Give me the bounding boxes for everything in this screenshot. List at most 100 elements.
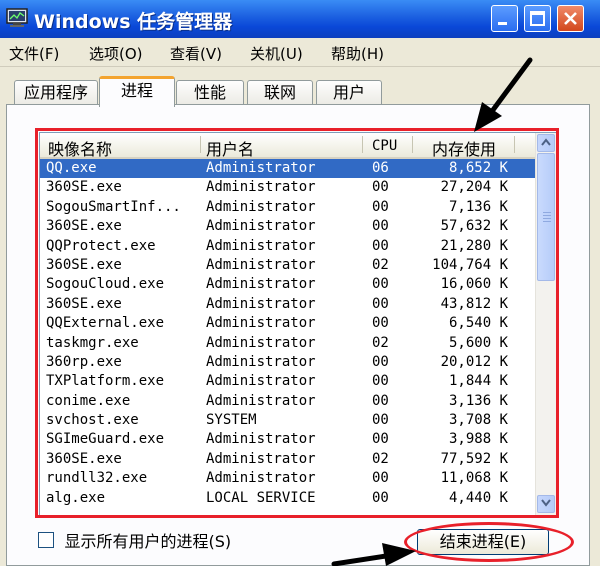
process-memory: 1,844 K [448,373,508,390]
grip-line [543,215,551,216]
process-user: Administrator [206,334,316,351]
table-row[interactable]: SogouCloud.exe Administrator 00 16,060 K [40,275,536,294]
table-row[interactable]: QQProtect.exe Administrator 00 21,280 K [40,237,536,256]
process-name: QQ.exe [46,160,97,176]
process-name: SogouCloud.exe [46,276,165,293]
process-user: Administrator [206,160,316,176]
table-row[interactable]: svchost.exe SYSTEM 00 3,708 K [40,411,536,430]
process-user: Administrator [206,218,316,235]
menu-view[interactable]: 查看(V) [170,43,222,64]
table-row[interactable]: 360rp.exe Administrator 00 20,012 K [40,353,536,372]
chevron-up-icon [541,137,551,149]
process-memory: 3,988 K [448,431,508,448]
process-name: svchost.exe [46,412,139,429]
column-divider[interactable] [200,136,201,153]
process-memory: 8,652 K [448,160,508,176]
table-row[interactable]: QQExternal.exe Administrator 00 6,540 K [40,314,536,333]
process-memory: 7,136 K [448,198,508,215]
table-row[interactable]: 360SE.exe Administrator 02 77,592 K [40,450,536,469]
list-header: 映像名称 用户名 CPU 内存使用 [40,133,536,159]
scroll-down-button[interactable] [537,495,555,513]
process-user: Administrator [206,450,316,467]
process-name: taskmgr.exe [46,334,139,351]
process-memory: 104,764 K [432,256,508,273]
title-bar[interactable]: Windows 任务管理器 [0,0,600,38]
process-name: conime.exe [46,392,131,409]
table-row[interactable]: taskmgr.exe Administrator 02 5,600 K [40,334,536,353]
table-row[interactable]: conime.exe Administrator 00 3,136 K [40,392,536,411]
process-cpu: 02 [372,256,389,273]
process-name: 360rp.exe [46,353,122,370]
process-memory: 5,600 K [448,334,508,351]
table-row[interactable]: 360SE.exe Administrator 00 27,204 K [40,178,536,197]
show-all-users-label[interactable]: 显示所有用户的进程(S) [64,528,231,552]
column-divider[interactable] [362,136,363,153]
table-row[interactable]: 360SE.exe Administrator 00 57,632 K [40,217,536,236]
tab-users[interactable]: 用户 [316,80,382,104]
minimize-button[interactable] [491,5,518,32]
menu-file[interactable]: 文件(F) [9,43,59,64]
table-row[interactable]: rundll32.exe Administrator 00 11,068 K [40,469,536,488]
process-name: 360SE.exe [46,450,122,467]
process-name: SGImeGuard.exe [46,431,165,448]
process-memory: 77,592 K [440,450,508,467]
menu-shutdown[interactable]: 关机(U) [250,43,303,64]
process-cpu: 00 [372,179,389,196]
process-memory: 6,540 K [448,315,508,332]
process-memory: 4,440 K [448,489,508,506]
process-name: alg.exe [46,489,106,506]
scroll-up-button[interactable] [537,134,555,152]
process-cpu: 00 [372,315,389,332]
process-cpu: 00 [372,276,389,293]
process-name: QQExternal.exe [46,315,165,332]
show-all-users-checkbox[interactable] [38,532,54,548]
process-memory: 21,280 K [440,237,508,254]
column-image-name[interactable]: 映像名称 [48,136,112,160]
process-cpu: 06 [372,160,389,176]
process-cpu: 00 [372,431,389,448]
minimize-icon [492,19,517,35]
menu-help[interactable]: 帮助(H) [331,43,384,64]
column-divider[interactable] [514,136,515,153]
column-user-name[interactable]: 用户名 [206,136,254,160]
column-memory[interactable]: 内存使用 [432,136,496,160]
close-icon [558,12,583,35]
tab-networking[interactable]: 联网 [247,80,313,104]
table-row[interactable]: alg.exe LOCAL SERVICE 00 4,440 K [40,489,536,508]
process-name: 360SE.exe [46,218,122,235]
tab-performance[interactable]: 性能 [176,80,244,104]
process-cpu: 00 [372,353,389,370]
table-row[interactable]: 360SE.exe Administrator 02 104,764 K [40,256,536,275]
maximize-icon [525,11,550,35]
column-cpu[interactable]: CPU [372,138,397,154]
process-cpu: 00 [372,392,389,409]
process-memory: 27,204 K [440,179,508,196]
table-row[interactable]: TXPlatform.exe Administrator 00 1,844 K [40,372,536,391]
table-row[interactable]: SogouSmartInf... Administrator 00 7,136 K [40,198,536,217]
process-cpu: 00 [372,218,389,235]
table-row[interactable]: SGImeGuard.exe Administrator 00 3,988 K [40,430,536,449]
process-memory: 57,632 K [440,218,508,235]
show-all-users-option[interactable]: 显示所有用户的进程(S) [38,528,231,552]
process-user: Administrator [206,470,316,487]
process-user: Administrator [206,392,316,409]
process-memory: 16,060 K [440,276,508,293]
chevron-down-icon [541,498,551,510]
process-user: Administrator [206,431,316,448]
maximize-button[interactable] [524,5,551,32]
vertical-scrollbar[interactable] [535,133,556,515]
table-row[interactable]: QQ.exe Administrator 06 8,652 K [40,159,536,179]
process-name: SogouSmartInf... [46,198,181,215]
scroll-thumb[interactable] [537,153,555,281]
tab-applications[interactable]: 应用程序 [14,80,98,104]
tab-processes[interactable]: 进程 [99,76,175,107]
process-user: Administrator [206,276,316,293]
process-cpu: 02 [372,450,389,467]
menu-options[interactable]: 选项(O) [89,43,143,64]
table-row[interactable]: 360SE.exe Administrator 00 43,812 K [40,295,536,314]
close-button[interactable] [557,5,584,32]
process-cpu: 00 [372,489,389,506]
column-divider[interactable] [412,136,413,153]
process-list[interactable]: 映像名称 用户名 CPU 内存使用 QQ.exe Administrator 06 8… [39,132,557,516]
end-process-button[interactable]: 结束进程(E) [417,529,549,555]
